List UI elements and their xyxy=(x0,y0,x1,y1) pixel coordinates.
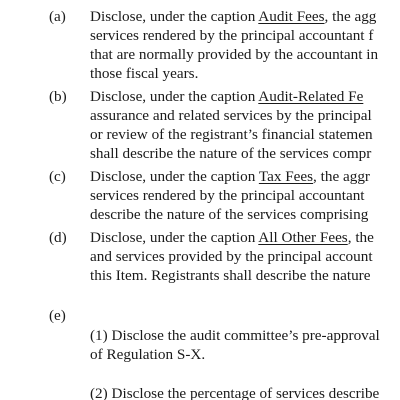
item-marker: (e) xyxy=(49,307,66,324)
text-line: services rendered by the principal accou… xyxy=(90,187,365,204)
text-line: that are normally provided by the accoun… xyxy=(90,46,379,63)
text-line: those fiscal years. xyxy=(90,65,199,82)
document-page: (a) Disclose, under the caption Audit Fe… xyxy=(0,0,400,400)
item-marker: (c) xyxy=(49,168,66,185)
text-line: and services provided by the principal a… xyxy=(90,248,373,265)
text-line: Disclose, under the caption All Other Fe… xyxy=(90,228,374,247)
text-fragment: , the xyxy=(347,229,374,246)
text-line: this Item. Registrants shall describe th… xyxy=(90,267,371,284)
text-line: assurance and related services by the pr… xyxy=(90,107,372,124)
caption-audit-related-fees: Audit-Related Fe xyxy=(258,88,364,105)
text-fragment: , the agg xyxy=(324,8,377,25)
item-marker: (a) xyxy=(49,8,66,25)
text-line: Disclose, under the caption Audit-Relate… xyxy=(90,87,363,106)
text-fragment: Disclose, under the caption xyxy=(90,229,259,246)
caption-all-other-fees: All Other Fees xyxy=(258,229,348,246)
text-line: (2) Disclose the percentage of services … xyxy=(90,385,380,400)
item-marker: (d) xyxy=(49,229,67,246)
text-line: shall describe the nature of the service… xyxy=(90,145,372,162)
text-line: Disclose, under the caption Audit Fees, … xyxy=(90,7,376,26)
item-marker: (b) xyxy=(49,88,67,105)
text-fragment: Disclose, under the caption xyxy=(90,168,259,185)
text-fragment: Disclose, under the caption xyxy=(90,8,259,25)
text-line: Disclose, under the caption Tax Fees, th… xyxy=(90,167,370,186)
text-line: services rendered by the principal accou… xyxy=(90,27,374,44)
text-line: of Regulation S-X. xyxy=(90,346,206,363)
text-line: describe the nature of the services comp… xyxy=(90,206,369,223)
text-fragment: , the aggr xyxy=(313,168,370,185)
text-line: (1) Disclose the audit committee’s pre-a… xyxy=(90,327,380,344)
caption-audit-fees: Audit Fees xyxy=(258,8,325,25)
text-line: or review of the registrant’s financial … xyxy=(90,126,373,143)
caption-tax-fees: Tax Fees xyxy=(258,168,314,185)
text-fragment: Disclose, under the caption xyxy=(90,88,259,105)
